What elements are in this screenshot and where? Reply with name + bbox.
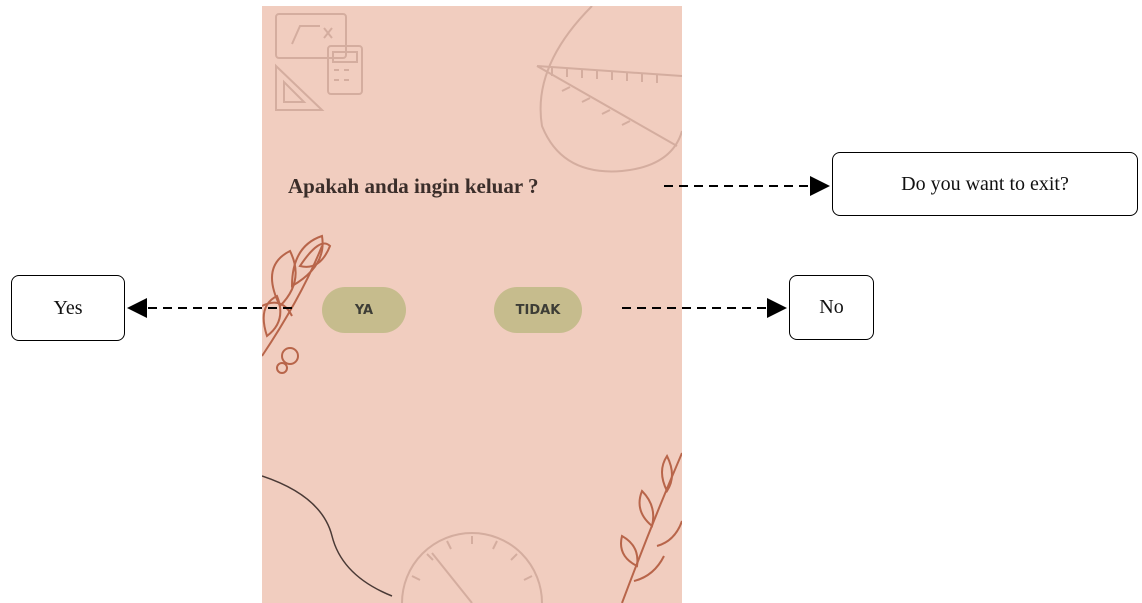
exit-dialog-screen: Apakah anda ingin keluar ? YA TIDAK — [262, 6, 682, 603]
no-button[interactable]: TIDAK — [494, 287, 582, 333]
translation-callout-exit: Do you want to exit? — [832, 152, 1138, 216]
yes-button[interactable]: YA — [322, 287, 406, 333]
translation-callout-yes: Yes — [11, 275, 125, 341]
ruler-icon — [536, 6, 682, 173]
squiggle-line — [262, 475, 393, 597]
exit-question: Apakah anda ingin keluar ? — [288, 174, 539, 198]
protractor-icon — [401, 532, 543, 603]
translation-callout-no: No — [789, 275, 874, 340]
math-tools-icon — [275, 13, 363, 111]
leaf-branch-icon — [262, 234, 332, 374]
figure: Apakah anda ingin keluar ? YA TIDAK Do y… — [0, 0, 1142, 603]
leaf-branch-icon — [620, 452, 682, 603]
